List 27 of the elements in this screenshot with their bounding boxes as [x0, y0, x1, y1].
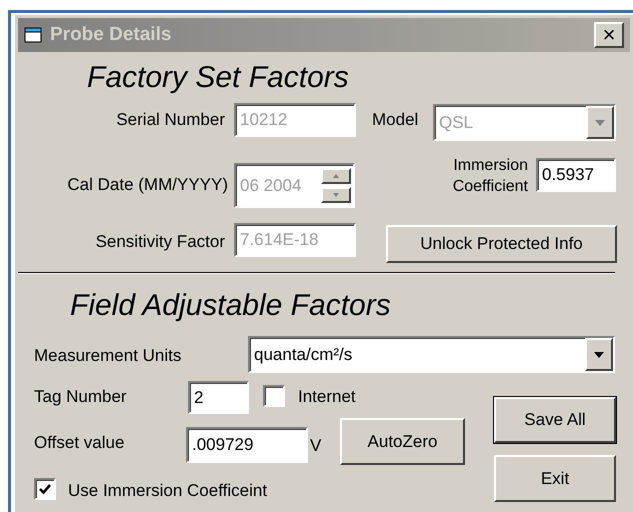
exit-button[interactable]: Exit [494, 455, 616, 502]
immersion-coefficient-field[interactable]: 0.5937 [536, 158, 616, 192]
checkbox[interactable] [263, 385, 285, 407]
field-label: Sensitivity Factor [94, 231, 225, 253]
checkbox-label: Use Immersion Coefficeint [68, 480, 268, 502]
field-label: Cal Date (MM/YYYY) [66, 174, 228, 196]
measurement-units-dropdown[interactable]: quanta/cm²/s [248, 336, 615, 373]
field-label: Tag Number [34, 386, 127, 408]
field-label: Immersion Coefficient [452, 156, 528, 197]
close-button[interactable]: × [594, 22, 624, 48]
save-button[interactable]: Save All [494, 397, 616, 443]
checkmark-icon [38, 482, 52, 496]
field-label: Offset value [34, 432, 124, 454]
field-label: Serial Number [115, 109, 225, 131]
offset-value-field[interactable]: .009729 [186, 427, 308, 463]
section-heading: Factory Set Factors [87, 60, 349, 96]
unit-label: V [310, 435, 322, 457]
field-label: Measurement Units [34, 345, 182, 367]
window-icon [24, 27, 42, 43]
unlock-button[interactable]: Unlock Protected Info [386, 225, 617, 263]
section-heading: Field Adjustable Factors [70, 288, 391, 324]
window-title: Probe Details [50, 22, 172, 47]
autozero-button[interactable]: AutoZero [340, 418, 465, 465]
checkbox-label: Internet [298, 386, 356, 408]
tag-number-field[interactable]: 2 [188, 381, 249, 414]
field-label: Model [372, 109, 418, 131]
checkbox[interactable] [34, 478, 56, 500]
